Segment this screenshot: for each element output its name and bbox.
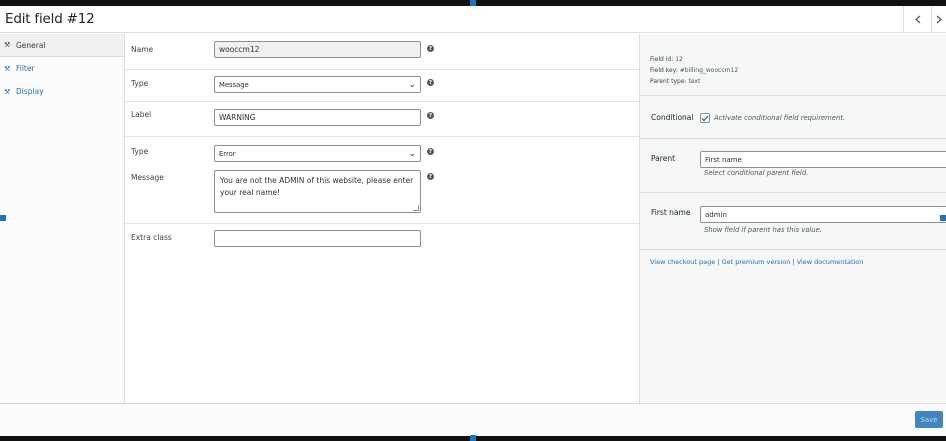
chevron-left-icon	[914, 15, 920, 24]
field-meta: Field id: 12 Field key: #billing_wooccm1…	[650, 54, 738, 87]
parent-type-value: text	[688, 78, 701, 85]
type-select[interactable]: Message ⌄	[214, 76, 421, 93]
parent-select[interactable]: First name	[700, 151, 946, 168]
footer-links: View checkout page | Get premium version…	[650, 258, 863, 266]
modal-title: Edit field #12	[5, 11, 95, 27]
message-text: You are not the ADMIN of this website, p…	[220, 176, 414, 197]
conditional-panel: Field id: 12 Field key: #billing_wooccm1…	[639, 34, 946, 403]
tab-filter[interactable]: ⚒ Filter	[0, 57, 124, 80]
general-settings-panel: Name wooccm12 ? Type Message ⌄ ? Label W…	[125, 34, 639, 403]
view-checkout-link[interactable]: View checkout page	[650, 258, 715, 266]
label-field[interactable]: WARNING	[214, 109, 421, 126]
modal-header: Edit field #12	[0, 6, 946, 33]
resize-handle-icon[interactable]	[413, 205, 419, 211]
label-label: Label	[131, 110, 152, 119]
help-icon[interactable]: ?	[427, 79, 434, 86]
label-row: Label WARNING ?	[125, 102, 639, 137]
field-key-value: #billing_wooccm12	[679, 67, 739, 74]
parent-type-label: Parent type:	[650, 78, 687, 85]
tab-display[interactable]: ⚒ Display	[0, 80, 124, 103]
wrench-icon: ⚒	[4, 87, 11, 96]
message-type-select[interactable]: Error ⌄	[214, 145, 421, 162]
tab-general-label: General	[16, 40, 46, 50]
first-name-desc: Show field if parent has this value.	[704, 226, 822, 234]
divider	[640, 192, 946, 193]
previous-field-button[interactable]	[903, 6, 931, 33]
settings-sidebar: ⚒ General ⚒ Filter ⚒ Display	[0, 34, 125, 403]
help-icon[interactable]: ?	[427, 112, 434, 119]
first-name-label: First name	[651, 208, 691, 217]
extra-class-label: Extra class	[131, 233, 172, 242]
help-icon[interactable]: ?	[427, 173, 434, 180]
name-row: Name wooccm12 ?	[125, 34, 639, 70]
type-label: Type	[131, 147, 149, 156]
divider	[640, 95, 946, 96]
wrench-icon: ⚒	[4, 41, 11, 49]
message-label: Message	[131, 173, 164, 182]
help-icon[interactable]: ?	[427, 45, 434, 52]
get-premium-link[interactable]: Get premium version	[722, 258, 791, 266]
conditional-checkbox[interactable]	[700, 113, 710, 123]
message-type-select-value: Error	[219, 149, 236, 158]
parent-desc: Select conditional parent field.	[704, 169, 809, 177]
field-id-value: 12	[675, 56, 683, 63]
wrench-icon: ⚒	[4, 64, 11, 73]
name-label: Name	[131, 45, 154, 54]
checkmark-icon	[701, 115, 709, 121]
divider	[640, 138, 946, 139]
type-select-value: Message	[219, 80, 249, 89]
extra-class-field[interactable]	[214, 230, 421, 247]
save-button[interactable]: Save	[915, 411, 943, 428]
tab-general[interactable]: ⚒ General	[0, 34, 124, 57]
chevron-down-icon: ⌄	[408, 80, 416, 90]
resize-handle-right[interactable]	[940, 215, 946, 221]
tab-filter-label: Filter	[16, 64, 35, 73]
help-icon[interactable]: ?	[427, 148, 434, 155]
message-row: Type Error ⌄ ? Message You are not the A…	[125, 137, 639, 224]
message-textarea[interactable]: You are not the ADMIN of this website, p…	[214, 170, 421, 213]
edit-field-modal: Edit field #12 ⚒ General ⚒ Filter ⚒ Disp…	[0, 6, 946, 436]
field-key-label: Field key:	[650, 67, 678, 74]
type-row: Type Message ⌄ ?	[125, 70, 639, 102]
resize-handle-left[interactable]	[0, 215, 6, 221]
conditional-desc: Activate conditional field requirement.	[714, 114, 846, 122]
parent-label: Parent	[651, 154, 676, 163]
chevron-down-icon: ⌄	[408, 149, 416, 159]
modal-footer: Save	[0, 403, 946, 436]
conditional-label: Conditional	[651, 113, 694, 122]
chevron-right-icon	[936, 15, 942, 24]
next-field-button[interactable]	[931, 6, 946, 33]
field-id-label: Field id:	[650, 56, 674, 63]
resize-handle-top[interactable]	[470, 0, 476, 6]
view-documentation-link[interactable]: View documentation	[797, 258, 864, 266]
type-label: Type	[131, 79, 149, 88]
first-name-value-field[interactable]: admin	[700, 206, 946, 223]
resize-handle-bottom[interactable]	[470, 435, 476, 441]
tab-display-label: Display	[16, 87, 44, 96]
divider	[640, 249, 946, 250]
extra-class-row: Extra class	[125, 224, 639, 258]
name-field[interactable]: wooccm12	[214, 41, 421, 58]
